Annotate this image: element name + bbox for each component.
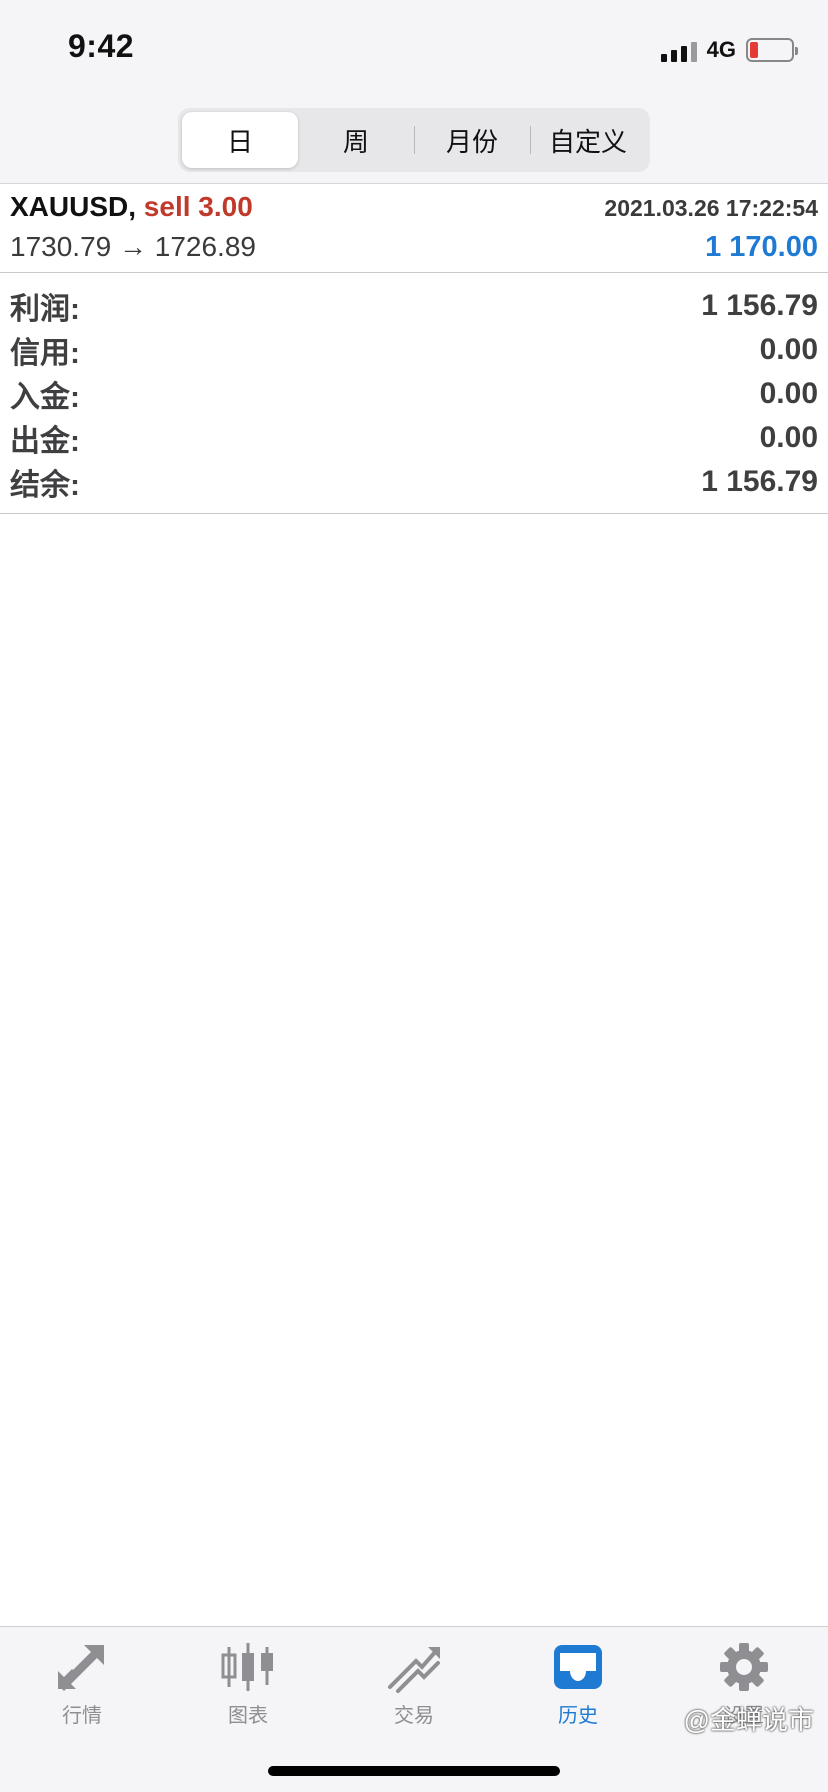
watermark: @金蝉说市 [683,1705,814,1735]
segment-week[interactable]: 周 [298,112,414,168]
tab-label: 图表 [228,1705,268,1727]
history-icon [554,1645,602,1689]
settings-icon [720,1643,768,1691]
summary-label: 结余: [10,469,80,502]
account-summary: 利润: 1 156.79 信用: 0.00 入金: 0.00 出金: 0.00 … [0,284,828,514]
summary-label: 信用: [10,337,80,370]
summary-row-profit: 利润: 1 156.79 [0,284,828,328]
status-indicators: 4G [660,34,798,66]
deal-row[interactable]: XAUUSD, sell 3.00 2021.03.26 17:22:54 17… [0,185,828,273]
tab-label: 交易 [394,1705,434,1727]
quotes-icon [58,1645,104,1691]
summary-row-credit: 信用: 0.00 [0,328,828,372]
tab-label: 行情 [62,1705,102,1727]
summary-row-deposit: 入金: 0.00 [0,372,828,416]
summary-row-withdrawal: 出金: 0.00 [0,416,828,460]
summary-value: 0.00 [759,377,818,410]
top-bar: 9:42 4G 日 周 月份 自定义 [0,0,828,184]
segment-custom[interactable]: 自定义 [530,112,646,168]
tab-trade[interactable]: 交易 [354,1641,474,1741]
period-segmented-control: 日 周 月份 自定义 [178,108,650,172]
tab-quotes[interactable]: 行情 [22,1641,142,1741]
home-indicator[interactable] [268,1766,560,1776]
summary-row-balance: 结余: 1 156.79 [0,460,828,504]
summary-label: 利润: [10,293,80,326]
tab-label: 历史 [558,1705,598,1727]
deal-time: 2021.03.26 17:22:54 [604,195,818,221]
summary-label: 出金: [10,425,80,458]
chart-icon [221,1643,273,1691]
deal-symbol: XAUUSD, [10,191,137,222]
cellular-signal-icon [660,38,697,62]
summary-label: 入金: [10,381,80,414]
summary-value: 1 156.79 [701,289,818,322]
deal-prices: 1730.79 → 1726.89 [10,231,256,262]
summary-value: 0.00 [759,421,818,454]
summary-value: 0.00 [759,333,818,366]
deal-side: sell 3.00 [143,191,253,222]
tab-chart[interactable]: 图表 [188,1641,308,1741]
trade-icon [388,1647,440,1693]
tab-history[interactable]: 历史 [518,1641,638,1741]
deal-profit: 1 170.00 [705,231,818,263]
battery-level [750,42,758,58]
segment-day[interactable]: 日 [182,112,298,168]
battery-icon [746,38,798,62]
network-type: 4G [706,37,736,62]
summary-value: 1 156.79 [701,465,818,498]
segment-month[interactable]: 月份 [414,112,530,168]
status-time: 9:42 [68,28,135,64]
deal-title: XAUUSD, sell 3.00 [10,191,253,223]
